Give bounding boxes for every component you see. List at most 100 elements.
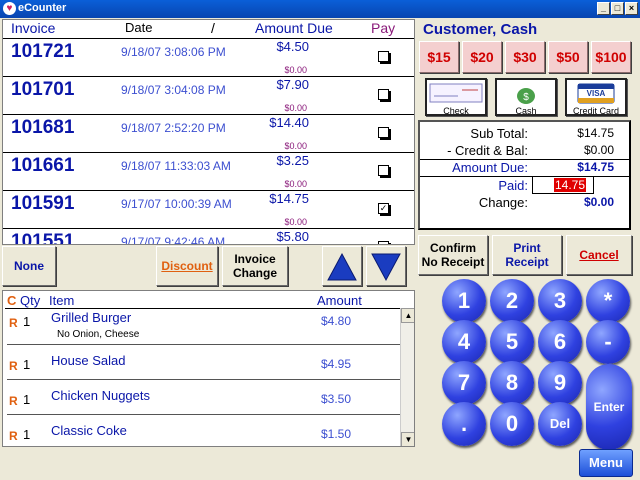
print-receipt-button[interactable]: Print Receipt (492, 235, 562, 275)
invoice-balance: $0.00 (284, 65, 307, 75)
pay-checkbox[interactable] (378, 241, 389, 244)
invoice-row[interactable]: 101591 9/17/07 10:00:39 AM $14.75 $0.00 ✓ (3, 191, 414, 229)
paid-input-frame[interactable]: 14.75 (532, 176, 594, 194)
svg-text:$: $ (523, 92, 529, 103)
cancel-button[interactable]: Cancel (566, 235, 632, 275)
money-bag-icon: $ (517, 88, 535, 104)
check-icon (429, 83, 483, 103)
header-divider (3, 38, 414, 39)
order-item-row[interactable]: R 1 Classic Coke $1.50 (7, 415, 402, 446)
invoice-date: 9/18/07 3:08:06 PM (121, 45, 226, 59)
header-slash: / (211, 20, 215, 36)
key-5[interactable]: 5 (490, 320, 534, 364)
scroll-up-arrow-icon[interactable]: ▲ (401, 308, 414, 323)
amount-due-header: Amount Due (255, 20, 333, 36)
item-amount: $4.80 (321, 314, 352, 328)
item-name: Chicken Nuggets (51, 388, 150, 403)
check-tender-button[interactable]: Check (425, 78, 487, 116)
cash-amount-button[interactable]: $50 (548, 41, 588, 73)
order-items-list: C Qty Item Amount R 1 Grilled Burger $4.80 N… (2, 290, 415, 447)
item-code: R (9, 429, 18, 443)
window-title: eCounter (18, 2, 67, 14)
qty-header: Qty (20, 293, 41, 308)
invoice-header: Invoice (11, 20, 56, 36)
totals-panel: Sub Total: $14.75 - Credit & Bal: $0.00 … (418, 120, 631, 230)
order-item-row[interactable]: R 1 Grilled Burger $4.80 No Onion, Cheese (7, 309, 402, 345)
invoice-date: 9/17/07 10:00:39 AM (121, 197, 232, 211)
invoice-row[interactable]: 101701 9/18/07 3:04:08 PM $7.90 $0.00 (3, 77, 414, 115)
cash-tender-button[interactable]: $ Cash (495, 78, 557, 116)
invoice-balance: $0.00 (284, 103, 307, 113)
key-minus[interactable]: - (586, 320, 630, 364)
key-1[interactable]: 1 (442, 279, 486, 323)
pay-checkbox[interactable] (378, 165, 389, 176)
subtotal-label: Sub Total: (470, 126, 528, 141)
invoice-date: 9/18/07 3:04:08 PM (121, 83, 226, 97)
invoice-row[interactable]: 101721 9/18/07 3:08:06 PM $4.50 $0.00 (3, 39, 414, 77)
key-multiply[interactable]: * (586, 279, 630, 323)
cash-amount-button[interactable]: $15 (419, 41, 459, 73)
pay-checkbox[interactable] (378, 89, 389, 100)
none-button[interactable]: None (2, 246, 56, 286)
pay-checkbox[interactable] (378, 127, 389, 138)
minimize-button[interactable]: _ (597, 2, 610, 15)
item-name: Grilled Burger (51, 310, 132, 325)
item-header: Item (49, 293, 75, 308)
invoice-amount: $5.80 (276, 229, 309, 244)
invoice-number: 101591 (11, 193, 75, 214)
invoice-date: 9/18/07 11:33:03 AM (121, 159, 231, 173)
credit-card-label: Credit Card (572, 106, 619, 116)
invoice-row[interactable]: 101551 9/17/07 9:42:46 AM $5.80 (3, 229, 414, 245)
invoice-change-line1: Invoice (234, 252, 276, 266)
pay-checkbox[interactable]: ✓ (378, 203, 389, 214)
cash-amount-button[interactable]: $30 (505, 41, 545, 73)
cash-amount-button[interactable]: $100 (591, 41, 631, 73)
key-7[interactable]: 7 (442, 361, 486, 405)
key-8[interactable]: 8 (490, 361, 534, 405)
key-decimal[interactable]: . (442, 402, 486, 446)
order-item-row[interactable]: R 1 Chicken Nuggets $3.50 (7, 380, 402, 415)
invoice-list: Invoice Date / Amount Due Pay 101721 9/18… (2, 19, 415, 245)
check-label: Check (443, 106, 469, 116)
paid-input[interactable]: 14.75 (554, 178, 587, 192)
order-item-row[interactable]: R 1 House Salad $4.95 (7, 345, 402, 380)
items-scrollbar[interactable]: ▲ ▼ (400, 308, 414, 446)
credit-card-tender-button[interactable]: VISA Credit Card (565, 78, 627, 116)
key-9[interactable]: 9 (538, 361, 582, 405)
print-line2: Receipt (505, 255, 549, 269)
pay-checkbox[interactable] (378, 51, 389, 62)
enter-key[interactable]: Enter (586, 364, 632, 450)
item-modifier: No Onion, Cheese (57, 329, 140, 340)
invoice-row[interactable]: 101681 9/18/07 2:52:20 PM $14.40 $0.00 (3, 115, 414, 153)
invoice-row[interactable]: 101661 9/18/07 11:33:03 AM $3.25 $0.00 (3, 153, 414, 191)
invoice-amount: $7.90 (276, 77, 309, 92)
amount-header: Amount (317, 293, 362, 308)
key-2[interactable]: 2 (490, 279, 534, 323)
invoice-change-button[interactable]: Invoice Change (222, 246, 288, 286)
discount-button[interactable]: Discount (156, 246, 218, 286)
key-6[interactable]: 6 (538, 320, 582, 364)
key-delete[interactable]: Del (538, 402, 582, 446)
key-0[interactable]: 0 (490, 402, 534, 446)
close-button[interactable]: × (625, 2, 638, 15)
cash-amount-button[interactable]: $20 (462, 41, 502, 73)
credit-balance-label: - Credit & Bal: (447, 143, 528, 158)
totals-divider-2 (420, 176, 629, 177)
invoice-date: 9/17/07 9:42:46 AM (121, 235, 226, 245)
key-3[interactable]: 3 (538, 279, 582, 323)
confirm-no-receipt-button[interactable]: Confirm No Receipt (418, 235, 488, 275)
menu-button[interactable]: Menu (579, 449, 633, 477)
customer-title: Customer, Cash (423, 21, 538, 38)
scroll-up-button[interactable] (322, 246, 362, 286)
scroll-down-button[interactable] (366, 246, 406, 286)
svg-text:VISA: VISA (587, 89, 606, 98)
invoice-number: 101681 (11, 117, 75, 138)
item-amount: $3.50 (321, 392, 352, 406)
item-qty: 1 (23, 314, 31, 329)
key-4[interactable]: 4 (442, 320, 486, 364)
scroll-down-arrow-icon[interactable]: ▼ (401, 432, 414, 446)
item-code: R (9, 316, 18, 330)
arrow-down-icon (371, 253, 401, 282)
maximize-button[interactable]: □ (611, 2, 624, 15)
item-name: Classic Coke (51, 423, 127, 438)
